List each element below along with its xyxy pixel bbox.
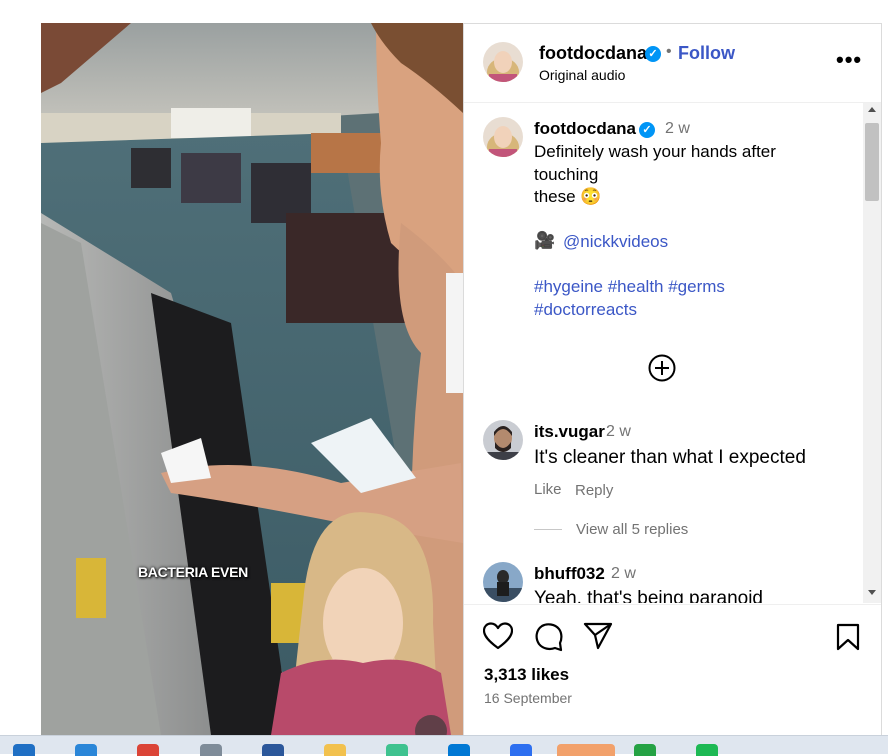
taskbar-app-icon[interactable]: [137, 744, 159, 756]
like-comment-button[interactable]: Like: [534, 481, 562, 498]
comment-username[interactable]: bhuff032: [534, 564, 605, 584]
caption-avatar[interactable]: [483, 117, 523, 157]
video-caption-overlay: BACTERIA EVEN: [138, 564, 248, 580]
caption-username[interactable]: footdocdana: [534, 119, 636, 139]
post-header: footdocdana ✓ • Follow Original audio ••…: [464, 24, 883, 102]
post-date: 16 September: [484, 690, 572, 706]
follow-button[interactable]: Follow: [678, 43, 735, 64]
reply-button[interactable]: Reply: [575, 482, 613, 499]
caption-line-1: Definitely wash your hands after: [534, 142, 776, 161]
comment-icon[interactable]: [534, 622, 564, 652]
taskbar: [0, 735, 888, 756]
comments-area[interactable]: footdocdana ✓ 2 w Definitely wash your h…: [464, 103, 883, 603]
comment-time: 2 w: [611, 565, 636, 582]
original-audio-link[interactable]: Original audio: [539, 67, 625, 83]
comment-time: 2 w: [606, 423, 631, 440]
video-player[interactable]: BACTERIA EVEN: [41, 23, 463, 735]
author-username[interactable]: footdocdana: [539, 43, 647, 64]
taskbar-app-icon[interactable]: [696, 744, 718, 756]
taskbar-app-icon[interactable]: [324, 744, 346, 756]
verified-icon: ✓: [645, 46, 661, 62]
scroll-up-arrow-icon[interactable]: [868, 107, 876, 112]
taskbar-app-icon[interactable]: [557, 744, 615, 756]
taskbar-app-icon[interactable]: [200, 744, 222, 756]
header-dot: •: [666, 43, 672, 60]
comment-avatar[interactable]: [483, 562, 523, 602]
comment-avatar[interactable]: [483, 420, 523, 460]
taskbar-app-icon[interactable]: [510, 744, 532, 756]
caption-line-2: touching: [534, 165, 599, 184]
mention-link[interactable]: @nickkvideos: [563, 232, 668, 252]
save-bookmark-icon[interactable]: [836, 623, 860, 651]
comment-username[interactable]: its.vugar: [534, 422, 605, 442]
author-avatar[interactable]: [483, 42, 523, 82]
taskbar-app-icon[interactable]: [13, 744, 35, 756]
taskbar-app-icon[interactable]: [448, 744, 470, 756]
scroll-down-arrow-icon[interactable]: [868, 590, 876, 595]
hashtags-line-2[interactable]: #doctorreacts: [534, 300, 637, 320]
replies-divider: [534, 529, 562, 530]
like-icon[interactable]: [482, 622, 514, 650]
post-panel: footdocdana ✓ • Follow Original audio ••…: [463, 23, 882, 735]
video-frame: [41, 23, 463, 735]
taskbar-app-icon[interactable]: [262, 744, 284, 756]
comment-text: Yeah, that's being paranoid: [534, 588, 764, 603]
actions-divider: [464, 604, 881, 605]
taskbar-app-icon[interactable]: [386, 744, 408, 756]
caption-verified-icon: ✓: [639, 122, 655, 138]
comments-scrollbar[interactable]: [863, 103, 881, 603]
taskbar-app-icon[interactable]: [634, 744, 656, 756]
camera-emoji-icon: 🎥: [534, 231, 556, 250]
taskbar-app-icon[interactable]: [75, 744, 97, 756]
caption-time: 2 w: [665, 120, 690, 137]
hashtags-line-1[interactable]: #hygeine #health #germs: [534, 277, 725, 297]
comment-text: It's cleaner than what I expected: [534, 447, 806, 468]
more-options-icon[interactable]: •••: [836, 49, 862, 71]
share-icon[interactable]: [583, 622, 613, 650]
scrollbar-thumb[interactable]: [865, 123, 879, 201]
likes-count[interactable]: 3,313 likes: [484, 665, 569, 685]
load-more-comments-icon[interactable]: [648, 354, 676, 382]
caption-line-3: these 😳: [534, 187, 602, 206]
view-replies-button[interactable]: View all 5 replies: [576, 521, 688, 538]
